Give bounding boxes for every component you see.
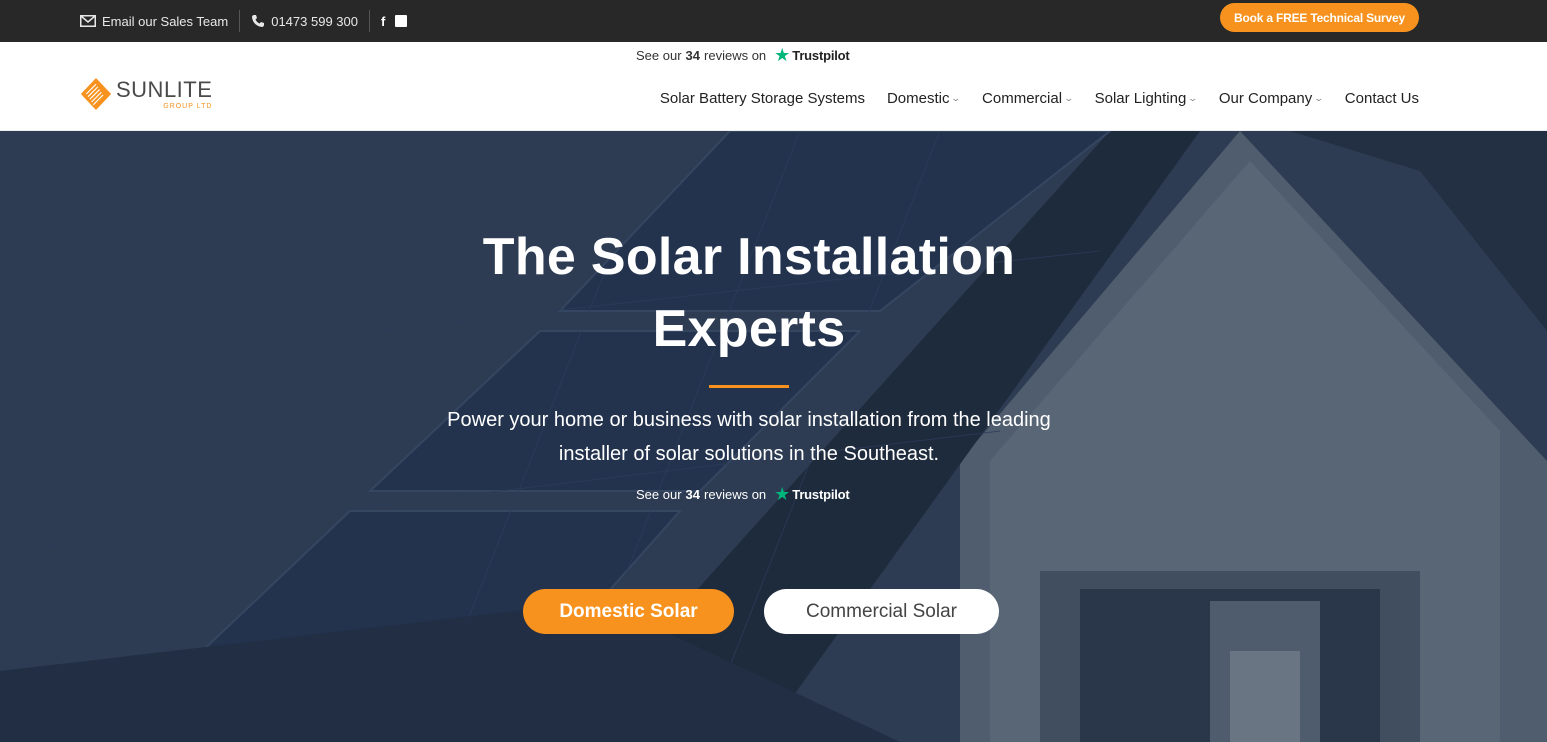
trustpilot-count: 34 bbox=[685, 47, 701, 63]
domestic-solar-button[interactable]: Domestic Solar bbox=[523, 589, 734, 634]
hero-divider bbox=[709, 385, 789, 388]
trustpilot-brand: Trustpilot bbox=[792, 486, 850, 502]
facebook-icon[interactable]: f bbox=[381, 14, 385, 29]
trustpilot-prefix: See our bbox=[636, 486, 682, 502]
sun-logo-icon bbox=[80, 78, 112, 110]
nav-item-commercial[interactable]: Commercial ⌄ bbox=[982, 90, 1075, 107]
divider bbox=[239, 10, 241, 32]
hero-trustpilot-link[interactable]: See our 34 reviews on ★ Trustpilot bbox=[636, 485, 850, 503]
nav-item-solar-lighting[interactable]: Solar Lighting ⌄ bbox=[1094, 90, 1199, 107]
nav-item-contact-us[interactable]: Contact Us bbox=[1345, 90, 1419, 107]
trustpilot-prefix: See our bbox=[636, 47, 682, 63]
logo-name: SUNLITE bbox=[116, 76, 213, 102]
divider bbox=[368, 10, 370, 32]
phone-link[interactable]: 01473 599 300 bbox=[251, 0, 358, 42]
site-header: See our 34 reviews on ★ Trustpilot SUNLI… bbox=[0, 42, 1547, 131]
nav-label: Solar Battery Storage Systems bbox=[659, 90, 865, 107]
linkedin-icon[interactable]: in bbox=[395, 14, 408, 27]
hero-subtitle-line-2: installer of solar solutions in the Sout… bbox=[558, 443, 940, 465]
hero-section: The Solar Installation Experts Power you… bbox=[0, 131, 1547, 742]
email-label: Email our Sales Team bbox=[102, 13, 229, 29]
trustpilot-suffix: reviews on bbox=[704, 486, 767, 502]
hero-title-line-2: Experts bbox=[652, 300, 846, 358]
trustpilot-star-icon: ★ bbox=[774, 45, 791, 65]
chevron-down-icon: ⌄ bbox=[1063, 93, 1075, 103]
nav-label: Domestic bbox=[886, 90, 950, 107]
logo-sub: GROUP LTD bbox=[163, 102, 213, 110]
nav-item-domestic[interactable]: Domestic ⌄ bbox=[886, 90, 962, 107]
trustpilot-suffix: reviews on bbox=[704, 47, 767, 63]
nav-label: Our Company bbox=[1218, 90, 1313, 107]
top-bar: Email our Sales Team 01473 599 300 f in … bbox=[0, 0, 1547, 42]
hero-subtitle-line-1: Power your home or business with solar i… bbox=[447, 409, 1051, 431]
envelope-icon bbox=[80, 15, 96, 27]
nav-label: Contact Us bbox=[1344, 90, 1419, 107]
phone-number: 01473 599 300 bbox=[271, 13, 358, 29]
logo[interactable]: SUNLITE GROUP LTD bbox=[80, 78, 212, 110]
phone-icon bbox=[252, 15, 265, 27]
email-link[interactable]: Email our Sales Team bbox=[80, 0, 228, 42]
hero-subtitle: Power your home or business with solar i… bbox=[399, 403, 1099, 471]
chevron-down-icon: ⌄ bbox=[950, 93, 962, 103]
nav-label: Solar Lighting bbox=[1094, 90, 1187, 107]
nav-label: Commercial bbox=[982, 90, 1063, 107]
main-nav: Solar Battery Storage Systems Domestic ⌄… bbox=[660, 90, 1419, 107]
trustpilot-reviews-link[interactable]: See our 34 reviews on ★ Trustpilot bbox=[636, 46, 850, 64]
commercial-solar-button[interactable]: Commercial Solar bbox=[764, 589, 999, 634]
hero-title: The Solar Installation Experts bbox=[374, 221, 1124, 365]
nav-item-solar-battery-storage[interactable]: Solar Battery Storage Systems bbox=[660, 90, 865, 107]
chevron-down-icon: ⌄ bbox=[1313, 93, 1325, 103]
trustpilot-count: 34 bbox=[685, 486, 701, 502]
book-survey-button[interactable]: Book a FREE Technical Survey bbox=[1220, 3, 1419, 32]
trustpilot-brand: Trustpilot bbox=[792, 47, 850, 63]
trustpilot-star-icon: ★ bbox=[774, 484, 791, 504]
hero-title-line-1: The Solar Installation bbox=[482, 228, 1016, 286]
chevron-down-icon: ⌄ bbox=[1187, 93, 1199, 103]
nav-item-our-company[interactable]: Our Company ⌄ bbox=[1218, 90, 1325, 107]
